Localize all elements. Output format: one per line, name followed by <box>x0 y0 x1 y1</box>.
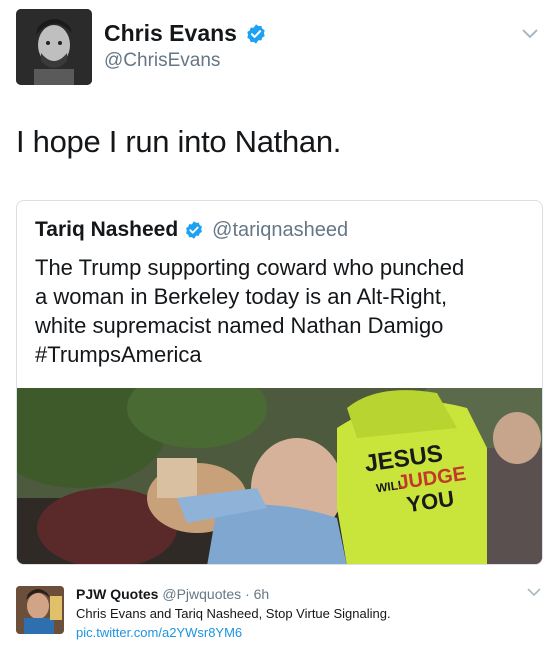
author-row: Chris Evans <box>104 20 267 47</box>
reply-author-handle[interactable]: @Pjwquotes <box>162 586 241 602</box>
author-avatar[interactable] <box>16 9 92 85</box>
quoted-text-line: #TrumpsAmerica <box>35 342 202 367</box>
tweet-text: I hope I run into Nathan. <box>16 124 342 159</box>
quoted-text-line: a woman in Berkeley today is an Alt-Righ… <box>35 284 448 309</box>
quoted-media-image[interactable]: JESUS WILL JUDGE YOU <box>17 388 542 564</box>
reply-timestamp[interactable]: 6h <box>254 586 270 602</box>
reply-tweet[interactable]: PJW Quotes @Pjwquotes · 6h Chris Evans a… <box>0 578 553 653</box>
chevron-down-icon[interactable] <box>521 28 539 40</box>
quoted-author-handle: @tariqnasheed <box>212 218 349 241</box>
reply-media-link[interactable]: pic.twitter.com/a2YWsr8YM6 <box>76 625 242 640</box>
reply-avatar-photo <box>16 586 64 634</box>
reply-avatar[interactable] <box>16 586 64 634</box>
reply-author-name[interactable]: PJW Quotes <box>76 586 158 602</box>
author-name[interactable]: Chris Evans <box>104 20 237 47</box>
media-photo: JESUS WILL JUDGE YOU <box>17 388 542 564</box>
quoted-author-name: Tariq Nasheed <box>35 218 179 241</box>
reply-text: Chris Evans and Tariq Nasheed, Stop Virt… <box>76 606 391 621</box>
reply-separator: · <box>245 586 250 602</box>
quoted-author-row: Tariq Nasheed @tariqnasheed <box>35 218 348 242</box>
quoted-tweet-text: The Trump supporting coward who punched … <box>35 253 535 369</box>
verified-badge-icon <box>247 23 265 44</box>
quoted-text-line: white supremacist named Nathan Damigo <box>35 313 444 338</box>
avatar-photo <box>16 9 92 85</box>
reply-author-row: PJW Quotes @Pjwquotes · 6h <box>76 586 269 602</box>
chevron-down-icon[interactable] <box>527 588 541 597</box>
verified-badge-icon <box>186 221 203 239</box>
author-handle[interactable]: @ChrisEvans <box>104 50 220 72</box>
quoted-text-line: The Trump supporting coward who punched <box>35 255 465 280</box>
quoted-tweet-card[interactable]: Tariq Nasheed @tariqnasheed The Trump su… <box>16 200 543 565</box>
